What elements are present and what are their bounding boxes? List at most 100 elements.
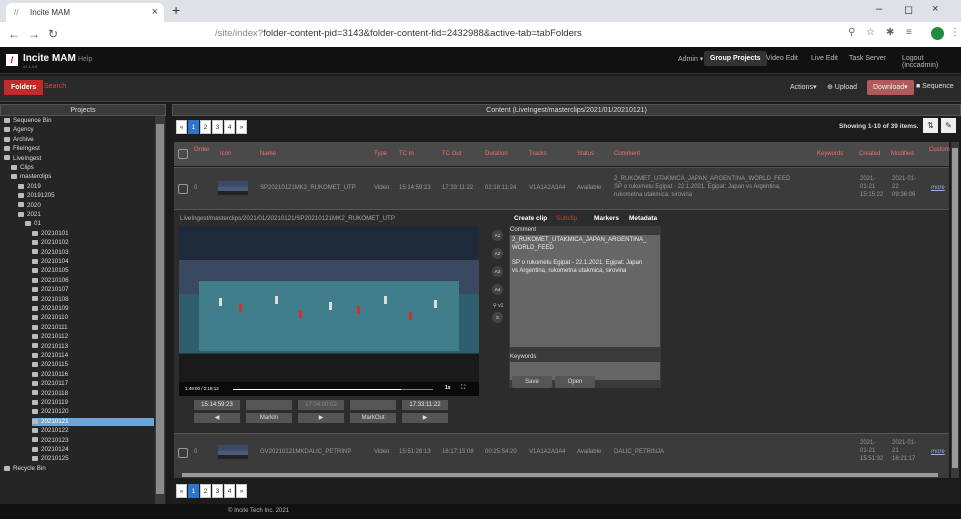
tab-markers[interactable]: Markers	[594, 215, 619, 222]
tree-item[interactable]: 20210115	[32, 361, 154, 369]
nav-video-edit[interactable]: Video Edit	[766, 55, 798, 62]
tree-item[interactable]: 20210105	[32, 267, 154, 275]
sort-button[interactable]: ⇅	[923, 118, 938, 133]
table-row[interactable]: 0 SP20210121MK2_RUKOMET_UTP Video 15:14:…	[174, 167, 949, 209]
video-player[interactable]: 1:49:00 / 2:18:12 1x ⛶	[179, 226, 479, 396]
table-row[interactable]: 0 GV20210121MKDALIC_PETRINP Video 15:51:…	[174, 433, 949, 472]
tree-item[interactable]: 20210107	[32, 286, 154, 294]
back-icon[interactable]: ←	[8, 27, 20, 41]
tree-item[interactable]: 20210104	[32, 258, 154, 266]
tree-item[interactable]: 20210102	[32, 239, 154, 247]
playback-speed[interactable]: 1x	[445, 385, 451, 391]
tree-item[interactable]: 20210118	[32, 390, 154, 398]
col-status[interactable]: Status	[577, 142, 594, 166]
tree-item[interactable]: 20210121	[32, 417, 154, 426]
col-type[interactable]: Type	[374, 142, 387, 166]
row-name[interactable]: SP20210121MK2_RUKOMET_UTP	[260, 185, 356, 191]
col-icon[interactable]: Icon	[220, 142, 231, 166]
nav-group-projects[interactable]: Group Projects	[704, 51, 767, 66]
tree-item[interactable]: 01	[25, 220, 154, 228]
tree-item[interactable]: 2020	[18, 202, 154, 210]
audio-track-a4[interactable]: A4	[492, 284, 503, 295]
browser-menu-icon[interactable]: ⋮	[950, 27, 960, 38]
audio-track-a3[interactable]: A3	[492, 266, 503, 277]
audio-track-a2[interactable]: A2	[492, 248, 503, 259]
col-created[interactable]: Created	[859, 142, 880, 166]
pager-page-4[interactable]: 4	[224, 484, 235, 498]
tree-item[interactable]: Archive	[4, 136, 154, 144]
pager-page-2[interactable]: 2	[200, 484, 211, 498]
save-button[interactable]: Save	[512, 376, 552, 388]
tree-item[interactable]: 20210108	[32, 296, 154, 304]
upload-button[interactable]: ⊕ Upload	[827, 83, 857, 91]
pager-next[interactable]: »	[236, 484, 247, 498]
pager-page-3[interactable]: 3	[212, 120, 223, 134]
mark-out-button[interactable]: MarkOut	[350, 413, 396, 423]
subtitle-track[interactable]: S	[492, 312, 503, 323]
tree-item[interactable]: 2021	[18, 211, 154, 219]
close-tab-icon[interactable]: ×	[152, 6, 158, 18]
tree-item[interactable]: 20210124	[32, 446, 154, 454]
row-more-link[interactable]: more	[931, 449, 945, 455]
tree-item[interactable]: Sequence Bin	[4, 117, 154, 125]
minimize-icon[interactable]: –	[876, 3, 882, 15]
profile-avatar[interactable]	[931, 27, 944, 40]
row-checkbox[interactable]	[178, 184, 188, 194]
pager-page-3[interactable]: 3	[212, 484, 223, 498]
table-h-scroll-thumb[interactable]	[182, 473, 938, 477]
tree-item[interactable]: masterclips	[11, 173, 154, 181]
window-close-icon[interactable]: ×	[932, 3, 938, 15]
col-tc-in[interactable]: TC In	[399, 142, 414, 166]
download-dropdown[interactable]: Download▾	[867, 80, 914, 95]
sequence-button[interactable]: ■ Sequence	[916, 83, 954, 90]
pager-prev[interactable]: «	[176, 484, 187, 498]
nav-live-edit[interactable]: Live Edit	[811, 55, 838, 62]
tree-item[interactable]: 20210114	[32, 352, 154, 360]
tree-item[interactable]: 20210103	[32, 249, 154, 257]
tab-subclip[interactable]: Subclip	[556, 215, 577, 222]
pager-page-1[interactable]: 1	[188, 120, 199, 134]
video-channel[interactable]: ⚲ v1	[493, 303, 503, 309]
tree-item[interactable]: 20210120	[32, 408, 154, 416]
tree-item[interactable]: 20210106	[32, 277, 154, 285]
tree-item[interactable]: Recycle Bin	[4, 465, 154, 473]
tree-item[interactable]: 20210110	[32, 314, 154, 322]
tree-item[interactable]: LiveIngest	[4, 155, 154, 163]
pager-next[interactable]: »	[236, 120, 247, 134]
tree-item[interactable]: 20210101	[32, 230, 154, 238]
col-comment[interactable]: Comment	[614, 142, 640, 166]
tree-item[interactable]: 20210109	[32, 305, 154, 313]
audio-track-a1[interactable]: A1	[492, 230, 503, 241]
tree-item[interactable]: 20210112	[32, 333, 154, 341]
play-button[interactable]: ▶	[298, 413, 344, 423]
tree-item[interactable]: 20210116	[32, 371, 154, 379]
tree-item[interactable]: 20191205	[18, 192, 154, 200]
pager-page-2[interactable]: 2	[200, 120, 211, 134]
row-thumbnail[interactable]	[218, 181, 248, 195]
step-forward-button[interactable]: ▶	[402, 413, 448, 423]
col-duration[interactable]: Duration	[485, 142, 508, 166]
col-tc-out[interactable]: TC Out	[442, 142, 461, 166]
tree-item[interactable]: 20210119	[32, 399, 154, 407]
tree-item[interactable]: 20210122	[32, 427, 154, 435]
nav-task-server[interactable]: Task Server	[849, 55, 886, 62]
pager-page-4[interactable]: 4	[224, 120, 235, 134]
step-back-button[interactable]: ◀	[194, 413, 240, 423]
row-thumbnail[interactable]	[218, 445, 248, 459]
tc-current-field[interactable]: 17:04:00:02	[298, 400, 344, 410]
tree-item[interactable]: 20210117	[32, 380, 154, 388]
edit-icon[interactable]: ✎	[941, 118, 956, 133]
help-link[interactable]: Help	[78, 56, 92, 63]
pager-prev[interactable]: «	[176, 120, 187, 134]
new-tab-icon[interactable]: +	[172, 2, 180, 18]
tc-end-field[interactable]: 17:33:11:22	[402, 400, 448, 410]
mark-in-button[interactable]: MarkIn	[246, 413, 292, 423]
search-link[interactable]: Search	[44, 83, 66, 90]
forward-icon[interactable]: →	[28, 27, 40, 41]
tc-blank-field[interactable]	[246, 400, 292, 410]
tree-item[interactable]: Agency	[4, 126, 154, 134]
tab-create-clip[interactable]: Create clip	[514, 215, 547, 222]
tree-item[interactable]: FileIngest	[4, 145, 154, 153]
table-v-scroll-thumb[interactable]	[952, 148, 958, 468]
bookmark-star-icon[interactable]: ☆	[866, 27, 875, 38]
